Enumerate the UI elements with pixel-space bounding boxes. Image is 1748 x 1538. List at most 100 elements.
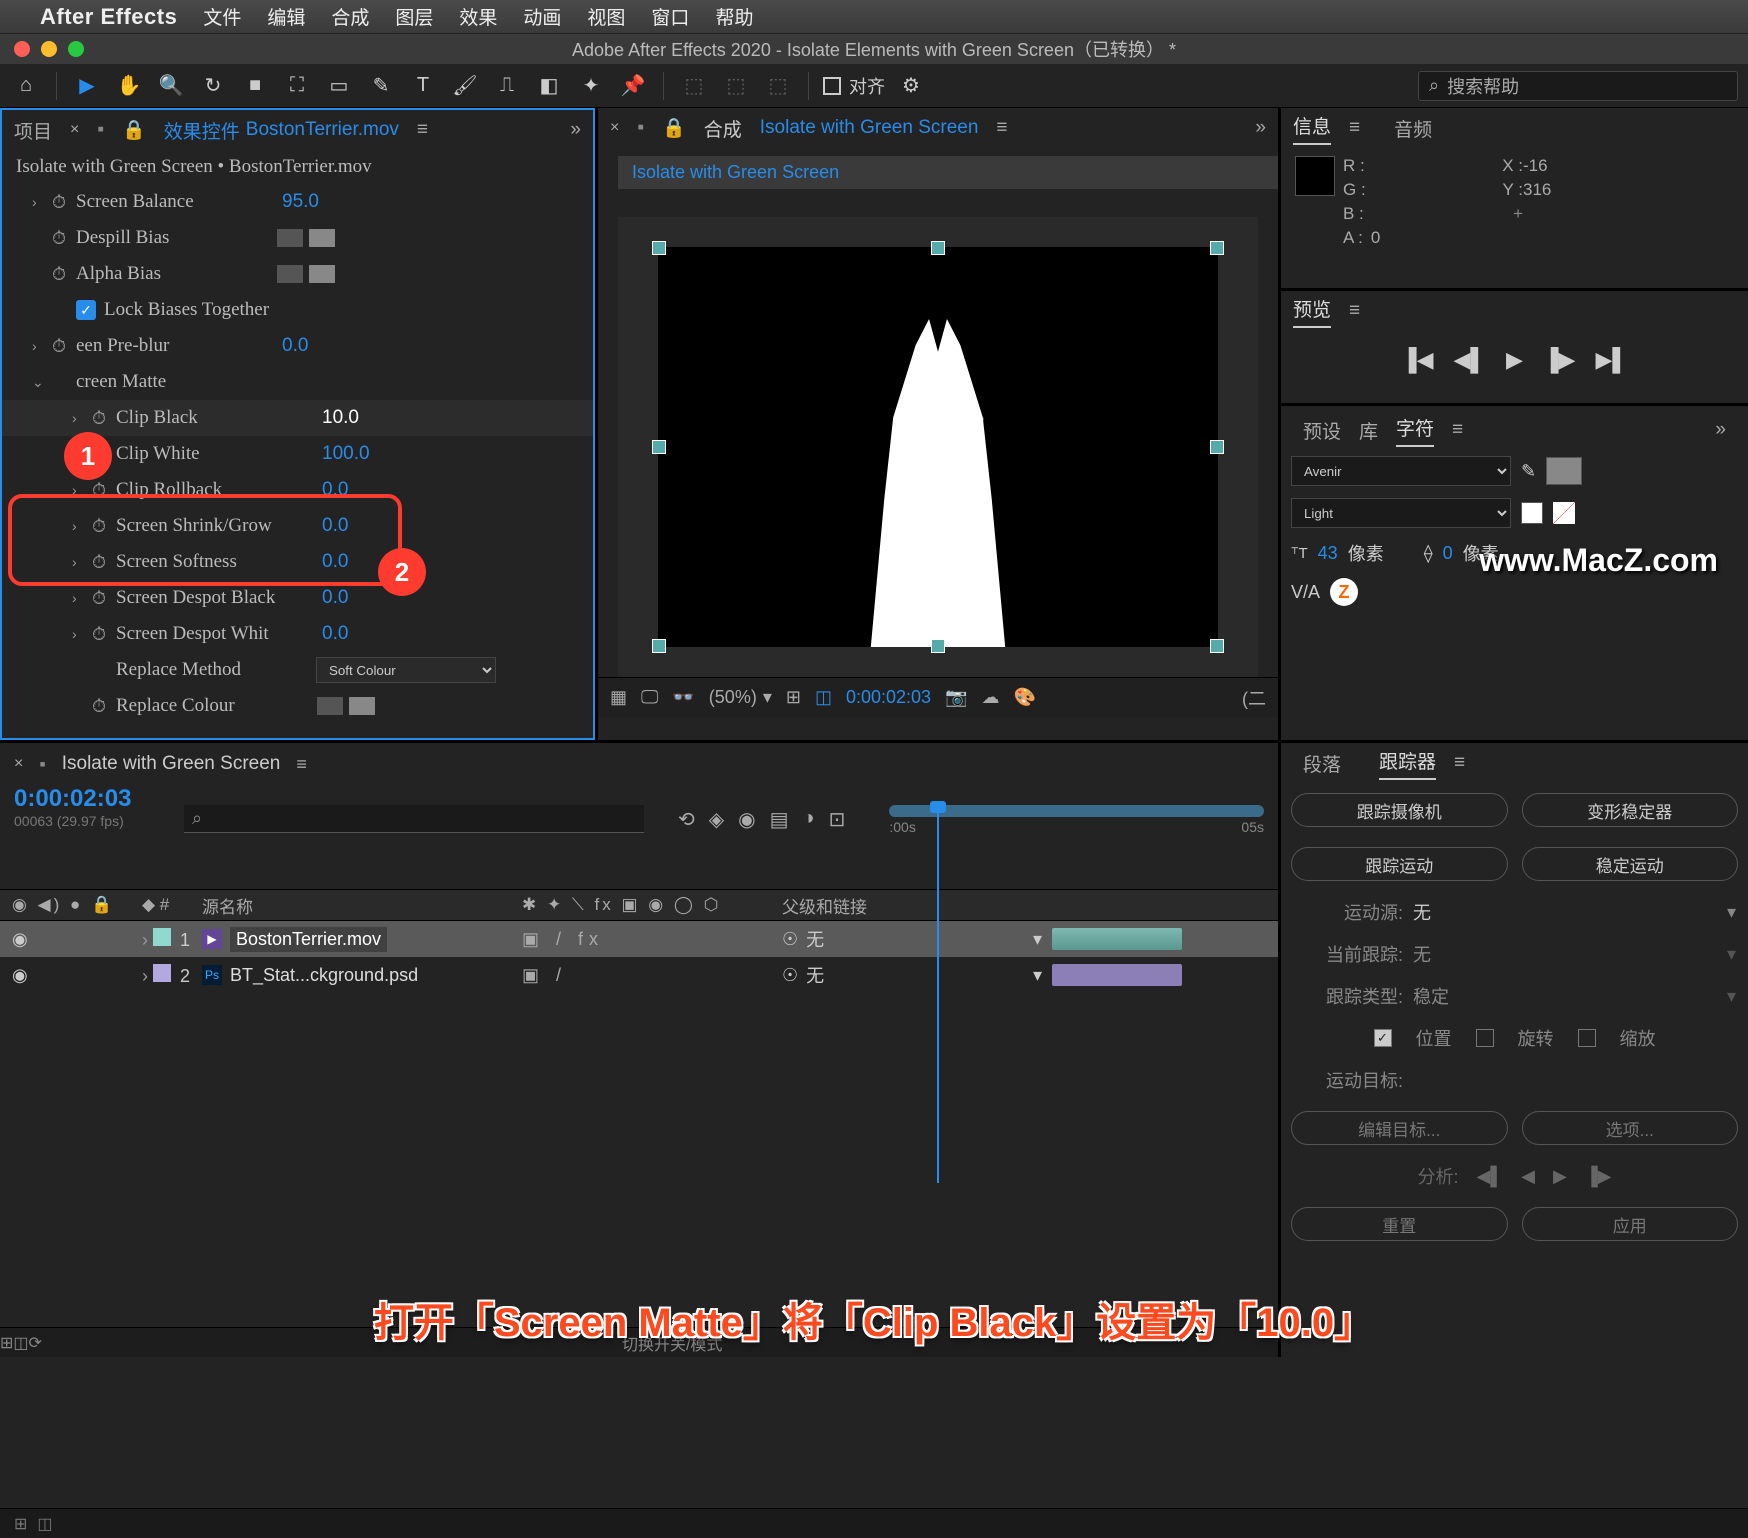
expand-chevron-icon[interactable]: ›	[72, 482, 92, 498]
property-row[interactable]: ›⏱Screen Softness0.0	[2, 544, 593, 580]
btn-track-camera[interactable]: 跟踪摄像机	[1291, 793, 1508, 827]
tab-preview[interactable]: 预览	[1293, 295, 1331, 328]
color-swatch-pair[interactable]	[276, 264, 336, 284]
mask-icon[interactable]: 👓	[672, 687, 694, 708]
last-frame-icon[interactable]: ▶▌	[1595, 347, 1628, 373]
prev-frame-icon[interactable]: ◀▌	[1454, 347, 1487, 373]
comp-tab-name[interactable]: Isolate with Green Screen	[760, 117, 979, 139]
expand-chevron-icon[interactable]: ›	[32, 338, 52, 354]
layer-row[interactable]: ◉ › 1 ▶ BostonTerrier.mov ▣ / fx ☉ 无 ▾	[0, 921, 1278, 957]
property-row[interactable]: ›⏱een Pre-blur0.0	[2, 328, 593, 364]
info-menu-icon[interactable]: ≡	[1349, 117, 1360, 139]
chevron-down-icon[interactable]: ▾	[1033, 929, 1042, 950]
btn-apply[interactable]: 应用	[1522, 1207, 1739, 1241]
col-parent[interactable]: 父级和链接	[782, 893, 1042, 918]
expand-chevron-icon[interactable]: ›	[142, 966, 148, 986]
timeline-comp-name[interactable]: Isolate with Green Screen	[62, 753, 281, 775]
brush-tool-icon[interactable]: 🖌	[449, 70, 481, 102]
first-frame-icon[interactable]: ▐◀	[1401, 347, 1434, 373]
grid-icon[interactable]: ⊞	[786, 687, 801, 708]
expand-chevron-icon[interactable]: ›	[72, 626, 92, 642]
clone-tool-icon[interactable]: ⎍	[491, 70, 523, 102]
view-axis-icon[interactable]: ⬚	[762, 70, 794, 102]
stopwatch-icon[interactable]: ⏱	[52, 264, 76, 285]
tl-icon-6[interactable]: ⊡	[829, 807, 846, 832]
char-menu-icon[interactable]: ≡	[1452, 419, 1463, 441]
comp-tab-close-icon[interactable]: ×	[610, 119, 619, 137]
layer-name[interactable]: Ps BT_Stat...ckground.psd	[202, 965, 522, 986]
tab-presets[interactable]: 预设	[1303, 417, 1341, 444]
expand-chevron-icon[interactable]: ›	[142, 930, 148, 950]
property-row[interactable]: ✓Lock Biases Together	[2, 292, 593, 328]
btn-warp-stabilizer[interactable]: 变形稳定器	[1522, 793, 1739, 827]
resolution-icon[interactable]: 🖵	[641, 687, 658, 708]
comp-time[interactable]: 0:00:02:03	[846, 687, 931, 708]
timeline-ruler[interactable]: :00s05s	[889, 803, 1264, 835]
show-channel-icon[interactable]: ☁	[981, 687, 999, 708]
layer-switches[interactable]: ▣ /	[522, 965, 782, 986]
property-value[interactable]: 0.0	[276, 335, 308, 357]
stroke-white-swatch[interactable]	[1521, 502, 1543, 524]
property-row[interactable]: ›⏱Screen Despot Whit0.0	[2, 616, 593, 652]
font-size-value[interactable]: 43	[1318, 543, 1338, 564]
status-icon-2[interactable]: ◫	[37, 1514, 52, 1534]
roto-tool-icon[interactable]: ✦	[575, 70, 607, 102]
composition-viewer[interactable]: ✛	[618, 217, 1258, 677]
stopwatch-icon[interactable]: ⏱	[92, 588, 116, 609]
tab-library[interactable]: 库	[1359, 417, 1378, 444]
property-value[interactable]: 0.0	[316, 587, 348, 609]
chevron-down-icon[interactable]: ▾	[1727, 902, 1736, 923]
pickwhip-icon[interactable]: ☉	[782, 929, 798, 950]
property-value[interactable]: 0.0	[316, 551, 348, 573]
cb-rotation[interactable]	[1476, 1029, 1494, 1047]
fill-swatch[interactable]	[1546, 457, 1582, 485]
overflow-icon[interactable]: »	[570, 119, 581, 141]
btn-track-motion[interactable]: 跟踪运动	[1291, 847, 1508, 881]
char-overflow-icon[interactable]: »	[1715, 419, 1726, 441]
comp-panel-menu-icon[interactable]: ≡	[996, 117, 1007, 139]
property-row[interactable]: Replace MethodSoft Colour	[2, 652, 593, 688]
motion-source-value[interactable]: 无	[1413, 899, 1431, 925]
stopwatch-icon[interactable]: ⏱	[92, 516, 116, 537]
property-value[interactable]: 10.0	[316, 407, 359, 429]
viewer-tag[interactable]: Isolate with Green Screen	[618, 156, 1278, 189]
expand-chevron-icon[interactable]: ⌄	[32, 374, 52, 391]
analyze-fwd-icon[interactable]: ▶	[1553, 1166, 1567, 1187]
expand-chevron-icon[interactable]: ›	[32, 194, 52, 210]
timeline-search[interactable]: ⌕	[184, 805, 644, 833]
snap-group[interactable]: 对齐	[823, 73, 885, 99]
playhead-icon[interactable]	[937, 803, 939, 1183]
layer-name[interactable]: ▶ BostonTerrier.mov	[202, 927, 522, 952]
tab-info[interactable]: 信息	[1293, 112, 1331, 145]
tl-icon-4[interactable]: ▤	[770, 807, 789, 832]
expand-chevron-icon[interactable]: ›	[72, 518, 92, 534]
view-mode[interactable]: (二	[1242, 685, 1266, 711]
menu-file[interactable]: 文件	[203, 3, 241, 30]
snap-checkbox-icon[interactable]	[823, 77, 841, 95]
stopwatch-icon[interactable]: ⏱	[92, 408, 116, 429]
pen-tool-icon[interactable]: ✎	[365, 70, 397, 102]
text-tool-icon[interactable]: T	[407, 70, 439, 102]
stopwatch-icon[interactable]: ⏱	[92, 624, 116, 645]
eyedropper-icon[interactable]: ✎	[1521, 461, 1536, 482]
menu-anim[interactable]: 动画	[523, 3, 561, 30]
tl-icon-1[interactable]: ⟲	[678, 807, 695, 832]
visibility-icon[interactable]: ◉	[12, 929, 142, 950]
window-close-icon[interactable]	[14, 41, 30, 57]
btn-edit-target[interactable]: 编辑目标...	[1291, 1111, 1508, 1145]
tab-close-icon[interactable]: ×	[70, 121, 79, 139]
analyze-back-full-icon[interactable]: ◀▌	[1477, 1166, 1504, 1187]
expand-chevron-icon[interactable]: ›	[72, 410, 92, 426]
tl-icon-5[interactable]: ◑	[803, 807, 815, 832]
cb-scale[interactable]	[1578, 1029, 1596, 1047]
handle-tc-icon[interactable]	[931, 241, 945, 255]
pickwhip-icon[interactable]: ☉	[782, 965, 798, 986]
layer-switches[interactable]: ▣ / fx	[522, 929, 782, 950]
handle-tr-icon[interactable]	[1210, 241, 1224, 255]
tab-audio[interactable]: 音频	[1394, 115, 1432, 142]
tab-paragraph[interactable]: 段落	[1303, 750, 1341, 777]
handle-mr-icon[interactable]	[1210, 440, 1224, 454]
orbit-tool-icon[interactable]: ↻	[197, 70, 229, 102]
property-value[interactable]: 0.0	[316, 515, 348, 537]
color-swatch-pair[interactable]	[276, 228, 336, 248]
